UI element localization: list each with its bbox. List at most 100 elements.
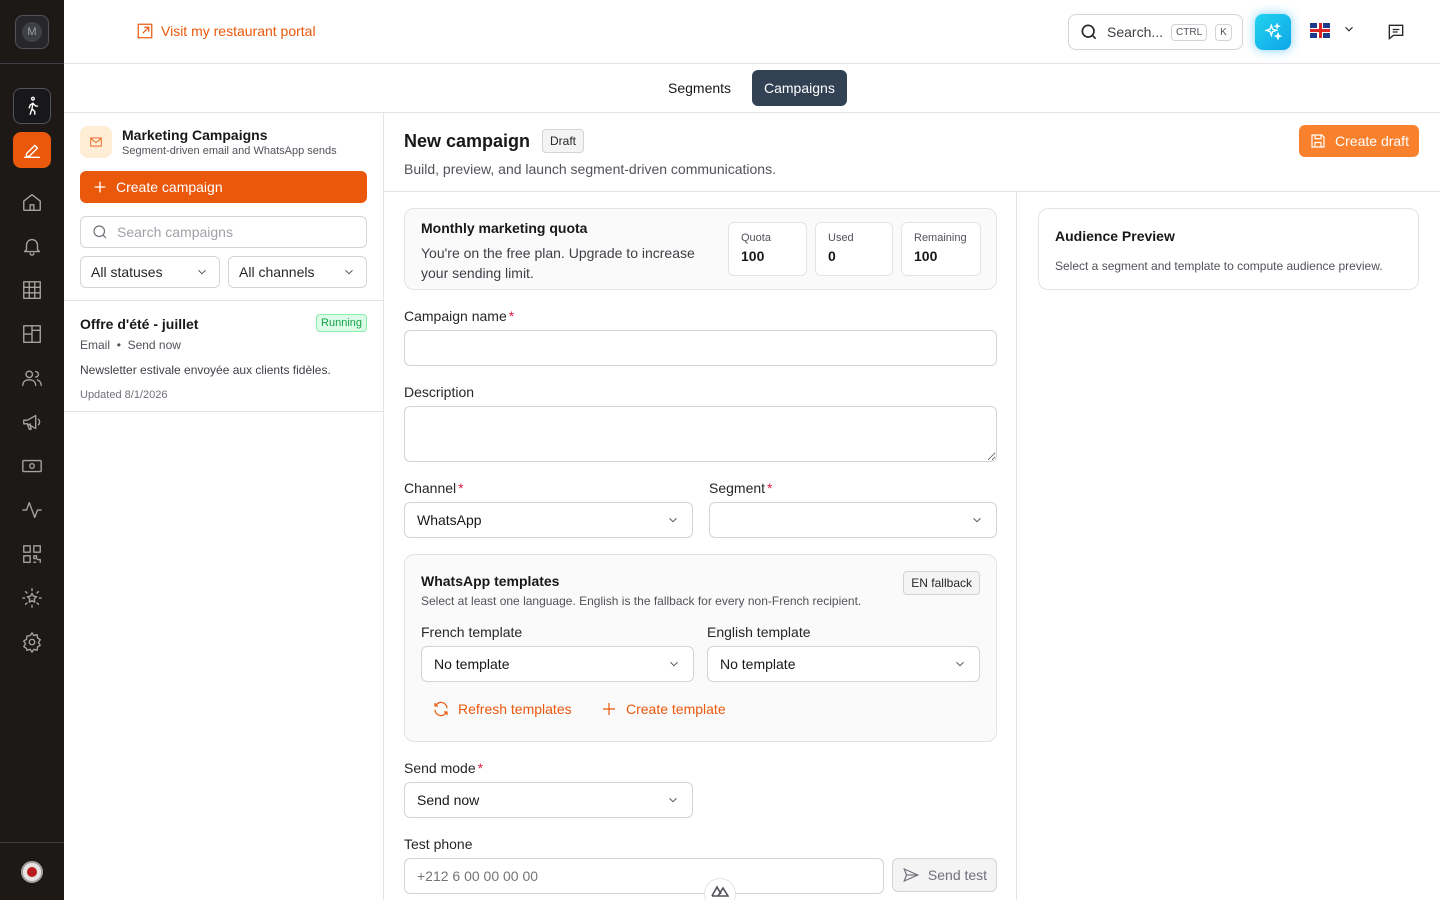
send-mode-label: Send mode * — [404, 760, 483, 776]
quota-text: You're on the free plan. Upgrade to incr… — [421, 245, 695, 281]
rail-marketing-button[interactable] — [13, 132, 51, 168]
status-filter-select[interactable]: All statuses — [80, 256, 220, 288]
used-stat-label: Used — [828, 232, 854, 244]
user-avatar[interactable] — [21, 860, 43, 883]
chevron-down-icon — [669, 517, 677, 523]
channel-select[interactable]: WhatsApp — [404, 502, 693, 538]
draft-badge: Draft — [542, 129, 585, 153]
english-template-select[interactable]: No template — [707, 646, 980, 682]
external-link-icon — [137, 23, 153, 39]
campaign-meta: Email • Send now — [80, 338, 367, 352]
campaign-channel: Email — [80, 338, 111, 352]
home-icon — [23, 193, 41, 211]
message-square-icon — [1388, 24, 1404, 41]
global-search[interactable]: Search... CTRL K — [1068, 14, 1243, 50]
tab-campaigns[interactable]: Campaigns — [752, 70, 847, 106]
chevron-down-icon — [670, 661, 678, 667]
search-icon — [93, 225, 107, 239]
send-mode-select[interactable]: Send now — [404, 782, 693, 818]
create-template-label: Create template — [626, 701, 726, 717]
search-label: Search... — [1107, 24, 1164, 40]
campaign-mode: Send now — [127, 338, 181, 352]
chevron-down-icon — [345, 269, 353, 275]
channel-label-text: Channel — [404, 480, 457, 496]
rail-notifications-button[interactable] — [13, 228, 51, 264]
feedback-button[interactable] — [1386, 22, 1406, 45]
rail-activity-button[interactable] — [13, 492, 51, 528]
campaign-name-input[interactable] — [404, 330, 997, 366]
required-mark: * — [767, 480, 773, 496]
required-mark: * — [477, 760, 484, 776]
rail-footer — [0, 842, 64, 900]
rail-layout-button[interactable] — [13, 316, 51, 352]
grid-icon — [23, 281, 41, 299]
audience-preview-title: Audience Preview — [1055, 228, 1175, 244]
channel-filter-value: All channels — [239, 264, 315, 280]
segment-label: Segment * — [709, 480, 773, 496]
refresh-templates-button[interactable]: Refresh templates — [432, 700, 572, 718]
description-textarea[interactable] — [404, 406, 997, 462]
plus-icon — [603, 703, 615, 715]
ai-assistant-button[interactable] — [1255, 14, 1291, 50]
english-template-label: English template — [707, 624, 811, 640]
used-stat-value: 0 — [828, 248, 836, 264]
audience-preview-subtitle: Select a segment and template to compute… — [1055, 259, 1383, 273]
mail-icon — [80, 126, 112, 158]
whatsapp-templates-card: WhatsApp templates Select at least one l… — [404, 554, 997, 742]
uk-flag-icon — [1310, 23, 1330, 38]
tab-segments[interactable]: Segments — [656, 70, 743, 106]
create-campaign-button[interactable]: Create campaign — [80, 171, 367, 203]
campaigns-sidebar: Marketing Campaigns Segment-driven email… — [64, 113, 384, 900]
qr-code-icon — [23, 545, 41, 563]
french-template-select[interactable]: No template — [421, 646, 694, 682]
rail-megaphone-button[interactable] — [13, 404, 51, 440]
send-test-button[interactable]: Send test — [892, 858, 997, 892]
en-fallback-badge: EN fallback — [903, 571, 980, 595]
create-draft-button[interactable]: Create draft — [1299, 125, 1419, 157]
channel-label: Channel * — [404, 480, 464, 496]
bell-icon — [23, 238, 41, 256]
rail-settings-button[interactable] — [13, 624, 51, 660]
campaign-header: New campaign Draft Build, preview, and l… — [384, 113, 1440, 192]
create-template-button[interactable]: Create template — [600, 700, 726, 718]
language-selector[interactable] — [1310, 22, 1356, 39]
campaign-form: Monthly marketing quota You're on the fr… — [384, 192, 1017, 900]
rail-qr-button[interactable] — [13, 536, 51, 572]
rail-walk-button[interactable] — [13, 88, 51, 124]
campaign-updated: Updated 8/1/2026 — [80, 389, 168, 401]
send-mode-label-text: Send mode — [404, 760, 476, 776]
segment-select[interactable] — [709, 502, 997, 538]
quota-stat-label: Quota — [741, 232, 771, 244]
workspace-initial: M — [22, 21, 42, 42]
quota-stat: Quota 100 — [728, 222, 807, 276]
sidebar-subtitle: Segment-driven email and WhatsApp sends — [122, 145, 337, 157]
settings-gear-icon — [23, 632, 41, 653]
rail-cash-button[interactable] — [13, 448, 51, 484]
megaphone-icon — [23, 414, 41, 431]
remaining-stat-value: 100 — [914, 248, 938, 264]
rail-home-button[interactable] — [13, 184, 51, 220]
quota-stat-value: 100 — [741, 248, 765, 264]
cash-icon — [22, 459, 42, 473]
workspace-avatar[interactable]: M — [15, 14, 49, 49]
campaign-list-item[interactable]: Offre d'été - juillet Running Email • Se… — [64, 300, 383, 412]
page-title: New campaign — [404, 131, 531, 151]
save-icon — [1311, 134, 1325, 148]
chevron-down-icon — [1342, 22, 1356, 39]
page-subtitle: Build, preview, and launch segment-drive… — [404, 161, 776, 177]
campaign-search-placeholder: Search campaigns — [117, 224, 233, 240]
whatsapp-templates-title: WhatsApp templates — [421, 573, 560, 589]
status-badge: Running — [316, 314, 367, 332]
quota-card: Monthly marketing quota You're on the fr… — [404, 208, 997, 290]
channel-filter-select[interactable]: All channels — [228, 256, 367, 288]
rail-loyalty-button[interactable] — [13, 580, 51, 616]
meta-separator: • — [116, 338, 121, 352]
rail-grid-button[interactable] — [13, 272, 51, 308]
send-test-label: Send test — [927, 867, 988, 883]
campaign-search-input[interactable]: Search campaigns — [80, 216, 367, 248]
test-phone-input[interactable] — [404, 858, 884, 894]
rail-users-button[interactable] — [13, 360, 51, 396]
restaurant-portal-link[interactable]: Visit my restaurant portal — [136, 22, 316, 40]
chevron-down-icon — [973, 517, 981, 523]
send-icon — [903, 867, 920, 883]
